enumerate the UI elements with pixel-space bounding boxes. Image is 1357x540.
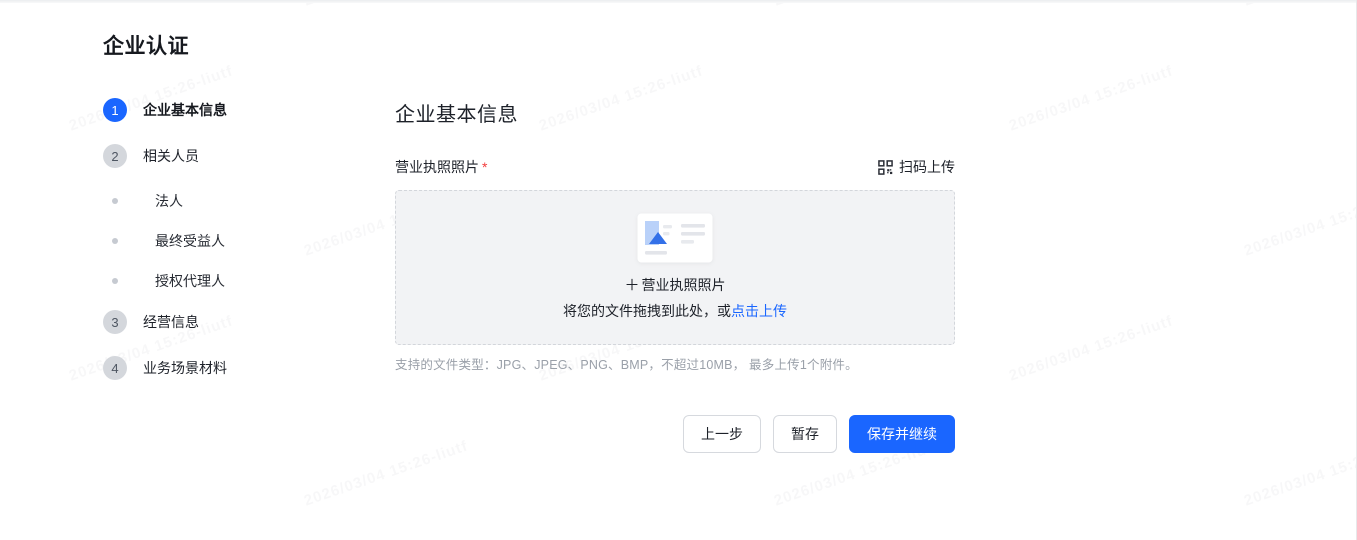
file-type-helper-text: 支持的文件类型：JPG、JPEG、PNG、BMP，不超过10MB， 最多上传1个… — [395, 358, 858, 372]
dropzone-title-row: ＋营业执照照片 — [624, 274, 725, 295]
basic-info-form: 企业基本信息 营业执照照片 * 扫码上传 ＋ 营业执照照片 将您的文件拖拽到此处… — [395, 98, 955, 453]
section-title: 企业基本信息 — [395, 104, 518, 126]
substep-legal-person-label: 法人 — [155, 193, 183, 209]
step-scenario-materials[interactable]: 4 业务场景材料 — [103, 356, 395, 380]
substep-authorized-agent-label: 授权代理人 — [155, 273, 225, 289]
bullet-dot-icon — [112, 198, 118, 204]
step-basic-info[interactable]: 1 企业基本信息 — [103, 98, 395, 122]
bullet-dot-icon — [112, 278, 118, 284]
step-3-label: 经营信息 — [143, 314, 199, 330]
substep-beneficiary[interactable]: 最终受益人 — [103, 230, 395, 252]
steps-sidebar: 1 企业基本信息 2 相关人员 法人 最终受益人 授权代理人 3 经营信息 4 … — [103, 98, 395, 453]
temp-save-button[interactable]: 暂存 — [773, 415, 837, 453]
drag-hint-text: 将您的文件拖拽到此处，或 — [563, 303, 731, 319]
substep-beneficiary-label: 最终受益人 — [155, 233, 225, 249]
step-2-badge: 2 — [103, 144, 127, 168]
substep-legal-person[interactable]: 法人 — [103, 190, 395, 212]
page-title: 企业认证 — [103, 35, 189, 58]
dropzone-hint-row: 将您的文件拖拽到此处，或点击上传 — [563, 301, 787, 321]
dropzone-title: 营业执照照片 — [641, 276, 726, 293]
license-upload-dropzone[interactable]: ＋营业执照照片 将您的文件拖拽到此处，或点击上传 — [395, 190, 955, 345]
license-photo-label: 营业执照照片 — [395, 159, 479, 175]
required-asterisk: * — [482, 159, 488, 175]
step-2-label: 相关人员 — [143, 148, 199, 164]
bullet-dot-icon — [112, 238, 118, 244]
form-actions: 上一步 暂存 保存并继续 — [395, 415, 955, 453]
enterprise-verification-page: 企业认证 1 企业基本信息 2 相关人员 法人 最终受益人 授权代理人 3 经营… — [0, 0, 1356, 453]
business-license-icon — [637, 213, 713, 263]
qr-code-icon — [878, 159, 893, 175]
step-4-label: 业务场景材料 — [143, 360, 227, 376]
step-1-badge: 1 — [103, 98, 127, 122]
top-border — [0, 0, 1356, 3]
plus-icon: ＋ — [624, 277, 640, 294]
field-label-row: 营业执照照片 * — [395, 157, 487, 177]
save-and-continue-button[interactable]: 保存并继续 — [849, 415, 955, 453]
scan-upload-label: 扫码上传 — [899, 159, 955, 175]
step-4-badge: 4 — [103, 356, 127, 380]
scan-upload-button[interactable]: 扫码上传 — [878, 157, 955, 177]
step-business-info[interactable]: 3 经营信息 — [103, 310, 395, 334]
step-1-label: 企业基本信息 — [143, 102, 227, 118]
substep-authorized-agent[interactable]: 授权代理人 — [103, 270, 395, 292]
step-3-badge: 3 — [103, 310, 127, 334]
step-related-persons[interactable]: 2 相关人员 — [103, 144, 395, 168]
click-upload-link[interactable]: 点击上传 — [731, 303, 787, 319]
previous-step-button[interactable]: 上一步 — [683, 415, 761, 453]
